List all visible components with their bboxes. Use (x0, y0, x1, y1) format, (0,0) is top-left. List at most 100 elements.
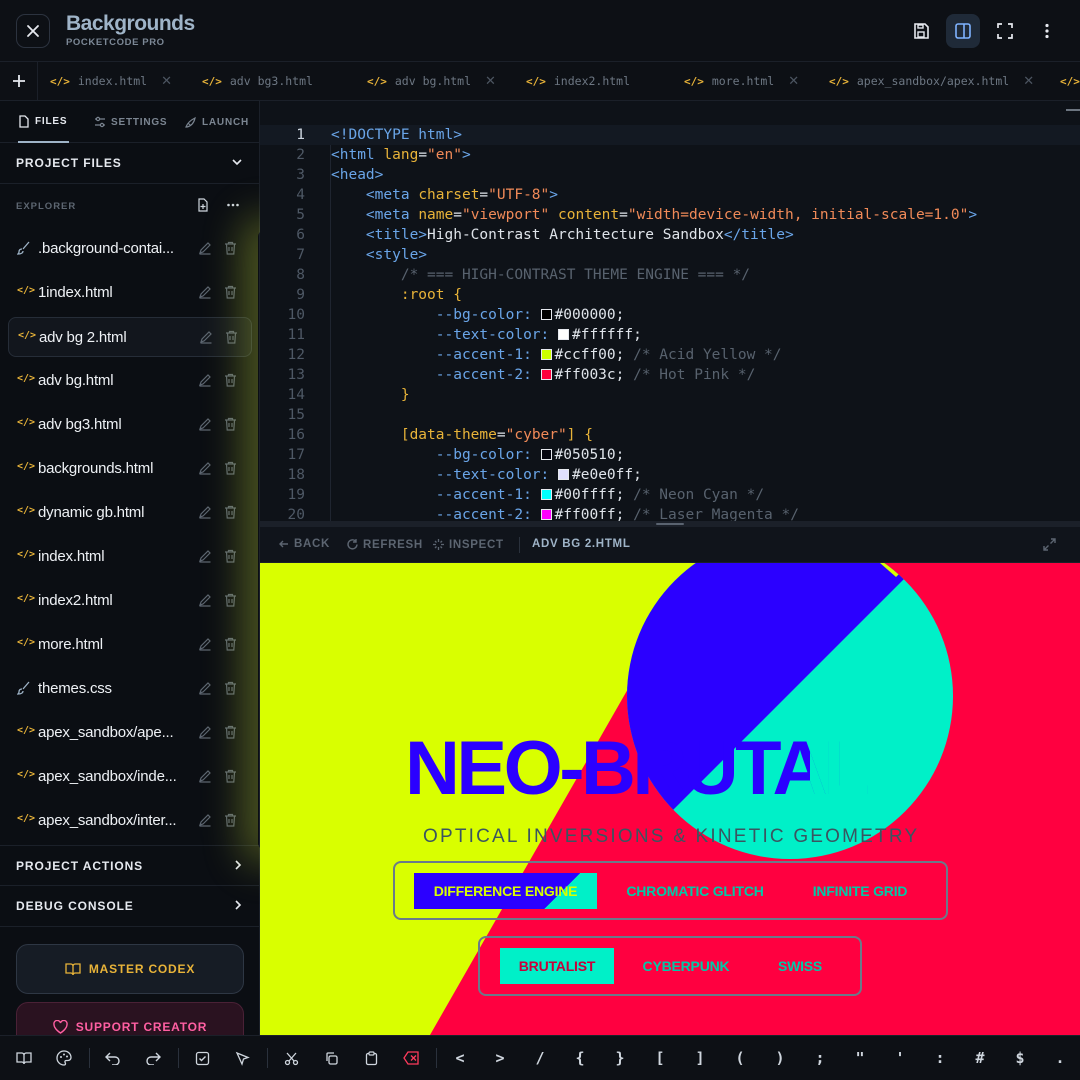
file-item[interactable]: </> more.html (8, 625, 252, 665)
rename-icon[interactable] (198, 417, 212, 436)
difference-engine-button[interactable]: DIFFERENCE ENGINE (414, 873, 597, 909)
trash-icon[interactable] (224, 417, 237, 436)
rename-icon[interactable] (198, 593, 212, 612)
trash-icon[interactable] (224, 769, 237, 788)
project-files-header[interactable]: PROJECT FILES (0, 143, 259, 184)
symbol-key[interactable]: # (970, 1048, 990, 1068)
new-file-icon[interactable] (196, 198, 210, 212)
trash-icon[interactable] (224, 549, 237, 568)
color-swatch[interactable] (540, 369, 552, 380)
file-item[interactable]: </> apex_sandbox/ape... (8, 713, 252, 753)
paste-button[interactable] (361, 1048, 381, 1068)
swiss-button[interactable]: SWISS (760, 948, 840, 984)
tab-files[interactable]: FILES (18, 101, 70, 143)
rename-icon[interactable] (198, 461, 212, 480)
rename-icon[interactable] (198, 813, 212, 832)
symbol-key[interactable]: ; (810, 1048, 830, 1068)
trash-icon[interactable] (224, 285, 237, 304)
color-swatch[interactable] (558, 469, 569, 480)
project-actions-header[interactable]: PROJECT ACTIONS (0, 845, 260, 886)
close-tab-icon[interactable]: ✕ (485, 74, 496, 89)
live-preview[interactable]: NEO-BRUTAL NEO-BRUTAL OPTICAL INVERSIONS… (260, 563, 1080, 1035)
copy-button[interactable] (321, 1048, 341, 1068)
trash-icon[interactable] (225, 330, 238, 349)
rename-icon[interactable] (198, 505, 212, 524)
symbol-key[interactable]: [ (650, 1048, 670, 1068)
symbol-key[interactable]: { (570, 1048, 590, 1068)
symbol-key[interactable]: ] (690, 1048, 710, 1068)
trash-icon[interactable] (224, 593, 237, 612)
file-item[interactable]: </> index.html (8, 537, 252, 577)
master-codex-button[interactable]: MASTER CODEX (16, 944, 244, 994)
more-menu-button[interactable] (1030, 14, 1064, 48)
tab-more[interactable]: </> more.html ✕ (684, 62, 799, 100)
debug-console-header[interactable]: DEBUG CONSOLE (0, 886, 260, 927)
cut-button[interactable] (281, 1048, 301, 1068)
tab-index-html[interactable]: </> index.html ✕ (50, 62, 172, 100)
file-item[interactable]: </> 1index.html (8, 273, 252, 313)
trash-icon[interactable] (224, 725, 237, 744)
split-view-button[interactable] (946, 14, 980, 48)
symbol-key[interactable]: < (450, 1048, 470, 1068)
close-tab-icon[interactable]: ✕ (788, 74, 799, 89)
tab-launch[interactable]: LAUNCH (184, 101, 249, 143)
file-item[interactable]: themes.css (8, 669, 252, 709)
file-item[interactable]: </> dynamic gb.html (8, 493, 252, 533)
close-button[interactable] (16, 14, 50, 48)
symbol-key[interactable]: / (530, 1048, 550, 1068)
redo-button[interactable] (143, 1048, 163, 1068)
rename-icon[interactable] (198, 769, 212, 788)
file-item[interactable]: </> adv bg.html (8, 361, 252, 401)
color-swatch[interactable] (540, 509, 552, 520)
tab-settings[interactable]: SETTINGS (94, 101, 167, 143)
select-all-button[interactable] (192, 1048, 212, 1068)
file-item[interactable]: </> apex_sandbox/inde... (8, 757, 252, 797)
file-item[interactable]: </> apex_sandbox/inter... (8, 801, 252, 841)
cursor-button[interactable] (232, 1048, 252, 1068)
brutalist-button[interactable]: BRUTALIST (500, 948, 614, 984)
trash-icon[interactable] (224, 373, 237, 392)
rename-icon[interactable] (199, 330, 213, 349)
rename-icon[interactable] (198, 241, 212, 260)
infinite-grid-button[interactable]: INFINITE GRID (795, 873, 925, 909)
symbol-key[interactable]: : (930, 1048, 950, 1068)
rename-icon[interactable] (198, 681, 212, 700)
symbol-key[interactable]: ( (730, 1048, 750, 1068)
rename-icon[interactable] (198, 725, 212, 744)
close-tab-icon[interactable]: ✕ (1023, 74, 1034, 89)
scrollbar-thumb[interactable] (1066, 109, 1080, 111)
file-item[interactable]: </> backgrounds.html (8, 449, 252, 489)
file-item[interactable]: </> index2.html (8, 581, 252, 621)
refresh-button[interactable]: REFRESH (346, 538, 423, 551)
trash-icon[interactable] (224, 505, 237, 524)
fullscreen-button[interactable] (988, 14, 1022, 48)
book-button[interactable] (14, 1048, 34, 1068)
symbol-key[interactable]: > (490, 1048, 510, 1068)
trash-icon[interactable] (224, 813, 237, 832)
tab-apex[interactable]: </> apex_sandbox/apex.html ✕ (829, 62, 1034, 100)
rename-icon[interactable] (198, 285, 212, 304)
color-swatch[interactable] (540, 449, 552, 460)
tab-adv-bg[interactable]: </> adv bg.html ✕ (367, 62, 496, 100)
expand-icon[interactable] (1042, 537, 1057, 552)
back-button[interactable]: BACK (278, 538, 330, 550)
trash-icon[interactable] (224, 461, 237, 480)
color-swatch[interactable] (540, 489, 552, 500)
color-swatch[interactable] (558, 329, 569, 340)
code-editor[interactable]: 1 <!DOCTYPE html> 2 <html lang="en"> 3 <hea… (260, 101, 1080, 521)
symbol-key[interactable]: $ (1010, 1048, 1030, 1068)
file-item[interactable]: .background-contai... (8, 229, 252, 269)
symbol-key[interactable]: . (1050, 1048, 1070, 1068)
color-swatch[interactable] (540, 349, 552, 360)
tab-index2[interactable]: </> index2.html (526, 62, 630, 100)
file-item[interactable]: </> adv bg3.html (8, 405, 252, 445)
tab-overflow[interactable]: </> (1060, 62, 1080, 100)
trash-icon[interactable] (224, 241, 237, 260)
symbol-key[interactable]: ) (770, 1048, 790, 1068)
save-button[interactable] (904, 14, 938, 48)
undo-button[interactable] (103, 1048, 123, 1068)
trash-icon[interactable] (224, 681, 237, 700)
color-swatch[interactable] (540, 309, 552, 320)
inspect-button[interactable]: INSPECT (432, 538, 504, 551)
palette-button[interactable] (54, 1048, 74, 1068)
